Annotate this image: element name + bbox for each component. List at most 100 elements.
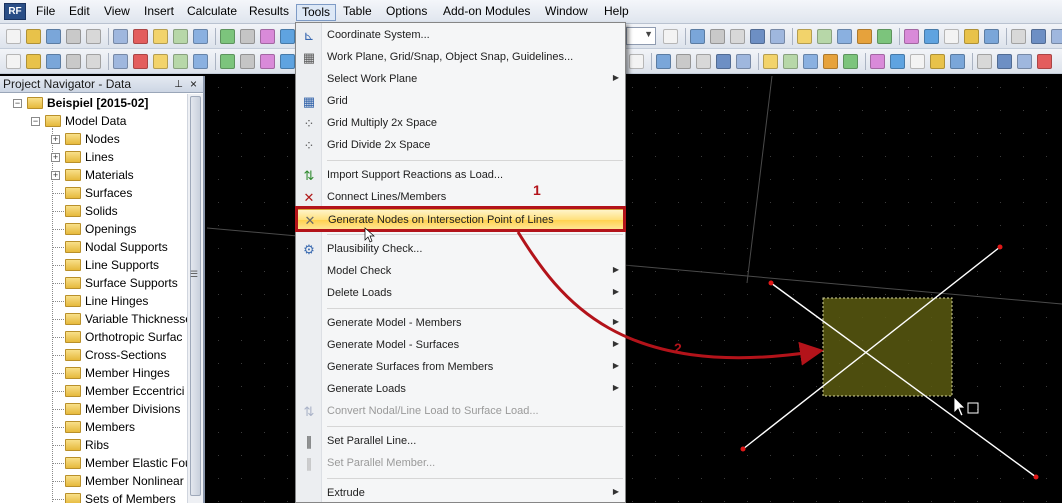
tree-item-surface-supports[interactable]: Surface Supports <box>0 274 189 292</box>
toolbar2-tool-icon-32[interactable] <box>910 54 925 69</box>
tree-item-surfaces[interactable]: Surfaces <box>0 184 189 202</box>
toolbar2-tool-icon-28[interactable] <box>843 54 858 69</box>
toolbar1-tool-icon-9[interactable] <box>173 29 188 44</box>
tree-item-sets-of-members[interactable]: Sets of Members <box>0 490 189 503</box>
menu-item-work-plane-grid-snap-object-snap-guidelines[interactable]: ▦ Work Plane, Grid/Snap, Object Snap, Gui… <box>296 47 625 69</box>
toolbar2-tool-icon-20[interactable] <box>696 54 711 69</box>
toolbar2-tool-icon-9[interactable] <box>173 54 188 69</box>
menu-item-grid-divide-2x-space[interactable]: ⁘ Grid Divide 2x Space <box>296 135 625 157</box>
toolbar2-tool-icon-18[interactable] <box>656 54 671 69</box>
menu-item-generate-surfaces-from-members[interactable]: Generate Surfaces from Members ▶ <box>296 357 625 379</box>
toolbar1-tool-icon-16[interactable] <box>663 29 678 44</box>
menu-edit[interactable]: Edit <box>64 4 95 21</box>
tree-item-line-supports[interactable]: Line Supports <box>0 256 189 274</box>
toolbar1-tool-icon-6[interactable] <box>113 29 128 44</box>
expand-icon[interactable]: + <box>51 171 60 180</box>
toolbar1-tool-icon-25[interactable] <box>817 29 832 44</box>
toolbar1-tool-icon-26[interactable] <box>837 29 852 44</box>
toolbar1-tool-icon-1[interactable] <box>26 29 41 44</box>
toolbar1-tool-icon-3[interactable] <box>66 29 81 44</box>
menu-window[interactable]: Window <box>540 4 593 21</box>
expand-icon[interactable]: + <box>51 153 60 162</box>
menu-item-grid-multiply-2x-space[interactable]: ⁘ Grid Multiply 2x Space <box>296 113 625 135</box>
chevron-down-icon[interactable]: ▼ <box>644 29 653 39</box>
toolbar2-tool-icon-36[interactable] <box>977 54 992 69</box>
toolbar1-tool-icon-15[interactable] <box>280 29 295 44</box>
toolbar1-tool-icon-2[interactable] <box>46 29 61 44</box>
menu-results[interactable]: Results <box>244 4 294 21</box>
toolbar2-tool-icon-19[interactable] <box>676 54 691 69</box>
toolbar-combo[interactable]: ▼ <box>626 27 656 45</box>
toolbar2-tool-icon-8[interactable] <box>153 54 168 69</box>
menu-item-set-parallel-line[interactable]: ∥ Set Parallel Line... <box>296 431 625 453</box>
toolbar1-tool-icon-33[interactable] <box>964 29 979 44</box>
scrollbar-thumb[interactable] <box>190 96 201 496</box>
menu-add-on-modules[interactable]: Add-on Modules <box>438 4 535 21</box>
expand-icon[interactable]: + <box>51 135 60 144</box>
menu-item-extrude[interactable]: Extrude ▶ <box>296 483 625 502</box>
toolbar1-tool-icon-32[interactable] <box>944 29 959 44</box>
toolbar1-tool-icon-37[interactable] <box>1031 29 1046 44</box>
menu-table[interactable]: Table <box>338 4 377 21</box>
toolbar1-tool-icon-18[interactable] <box>690 29 705 44</box>
toolbar2-tool-icon-24[interactable] <box>763 54 778 69</box>
toolbar1-tool-icon-36[interactable] <box>1011 29 1026 44</box>
toolbar1-tool-icon-31[interactable] <box>924 29 939 44</box>
toolbar2-tool-icon-21[interactable] <box>716 54 731 69</box>
menu-tools[interactable]: Tools <box>296 4 337 21</box>
toolbar1-tool-icon-21[interactable] <box>750 29 765 44</box>
tree-item-project[interactable]: − Beispiel [2015-02] <box>0 94 189 112</box>
toolbar1-tool-icon-4[interactable] <box>86 29 101 44</box>
app-logo-icon[interactable]: RF <box>4 3 26 20</box>
toolbar2-tool-icon-2[interactable] <box>46 54 61 69</box>
toolbar1-tool-icon-27[interactable] <box>857 29 872 44</box>
menu-options[interactable]: Options <box>381 4 432 21</box>
toolbar1-tool-icon-13[interactable] <box>240 29 255 44</box>
toolbar1-tool-icon-8[interactable] <box>153 29 168 44</box>
tree-item-member-divisions[interactable]: Member Divisions <box>0 400 189 418</box>
menu-item-model-check[interactable]: Model Check ▶ <box>296 261 625 283</box>
menu-item-import-support-reactions-as-load[interactable]: ⇅ Import Support Reactions as Load... <box>296 165 625 187</box>
tree-item-lines[interactable]: + Lines <box>0 148 189 166</box>
tree-item-model-data[interactable]: − Model Data <box>0 112 189 130</box>
collapse-icon[interactable]: − <box>31 117 40 126</box>
toolbar2-tool-icon-33[interactable] <box>930 54 945 69</box>
menu-item-plausibility-check[interactable]: ⚙ Plausibility Check... <box>296 239 625 261</box>
toolbar2-tool-icon-37[interactable] <box>997 54 1012 69</box>
tree-item-openings[interactable]: Openings <box>0 220 189 238</box>
navigator-scrollbar[interactable]: ☰ <box>187 94 203 503</box>
toolbar2-tool-icon-10[interactable] <box>193 54 208 69</box>
node-1[interactable] <box>768 280 774 286</box>
toolbar1-tool-icon-22[interactable] <box>770 29 785 44</box>
toolbar2-tool-icon-30[interactable] <box>870 54 885 69</box>
toolbar2-tool-icon-34[interactable] <box>950 54 965 69</box>
menu-item-grid[interactable]: ▦ Grid <box>296 91 625 113</box>
toolbar2-tool-icon-4[interactable] <box>86 54 101 69</box>
toolbar2-tool-icon-1[interactable] <box>26 54 41 69</box>
tree-item-orthotropic-surfac[interactable]: Orthotropic Surfac <box>0 328 189 346</box>
tree-item-cross-sections[interactable]: Cross-Sections <box>0 346 189 364</box>
toolbar2-tool-icon-25[interactable] <box>783 54 798 69</box>
menu-insert[interactable]: Insert <box>139 4 179 21</box>
toolbar1-tool-icon-34[interactable] <box>984 29 999 44</box>
menu-file[interactable]: File <box>31 4 60 21</box>
toolbar1-tool-icon-38[interactable] <box>1051 29 1062 44</box>
close-icon[interactable]: × <box>190 76 197 93</box>
toolbar2-tool-icon-0[interactable] <box>6 54 21 69</box>
tree-item-member-nonlinear[interactable]: Member Nonlinear <box>0 472 189 490</box>
node-3[interactable] <box>740 446 746 452</box>
tree-item-member-eccentrici[interactable]: Member Eccentrici <box>0 382 189 400</box>
pin-icon[interactable]: ⊥ <box>174 76 183 93</box>
tree-item-nodal-supports[interactable]: Nodal Supports <box>0 238 189 256</box>
toolbar1-tool-icon-28[interactable] <box>877 29 892 44</box>
tree-item-member-elastic-fou[interactable]: Member Elastic Fou <box>0 454 192 472</box>
tree-item-members[interactable]: Members <box>0 418 189 436</box>
toolbar2-tool-icon-6[interactable] <box>113 54 128 69</box>
menu-item-coordinate-system[interactable]: ⊾ Coordinate System... <box>296 25 625 47</box>
toolbar2-tool-icon-14[interactable] <box>260 54 275 69</box>
toolbar1-tool-icon-30[interactable] <box>904 29 919 44</box>
toolbar1-tool-icon-12[interactable] <box>220 29 235 44</box>
menu-item-generate-loads[interactable]: Generate Loads ▶ <box>296 379 625 401</box>
toolbar2-tool-icon-27[interactable] <box>823 54 838 69</box>
toolbar2-tool-icon-15[interactable] <box>280 54 295 69</box>
